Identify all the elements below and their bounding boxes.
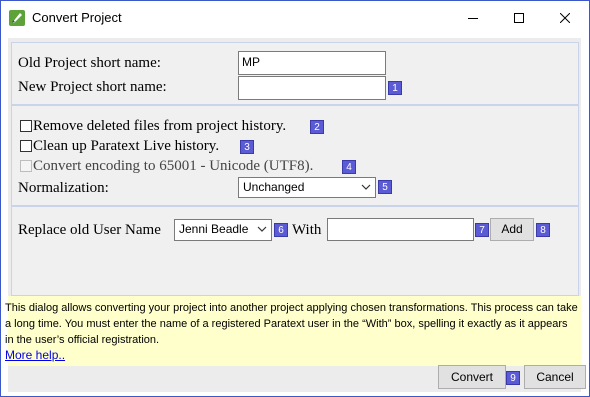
convert-button[interactable]: Convert [438,365,506,389]
paratext-logo-icon [9,10,25,26]
minimize-icon [468,17,478,19]
chevron-down-icon [257,226,267,232]
convert-encoding-checkbox [20,160,32,172]
help-panel: This dialog allows converting your proje… [5,296,581,366]
remove-deleted-checkbox[interactable] [20,120,32,132]
help-text: This dialog allows converting your proje… [5,302,578,346]
minimize-button[interactable] [450,1,496,34]
new-project-label: New Project short name: [18,79,167,95]
normalization-value: Unchanged [243,180,305,194]
marker-9: 9 [506,371,520,385]
old-project-field[interactable]: MP [238,51,386,75]
marker-4: 4 [342,160,356,174]
chevron-down-icon [361,184,371,190]
close-button[interactable] [542,1,588,34]
new-user-field[interactable] [327,218,474,241]
convert-label: Convert [450,370,494,384]
marker-6: 6 [274,223,288,237]
marker-3: 3 [240,140,254,154]
old-project-value: MP [242,55,260,69]
old-project-label: Old Project short name: [18,55,161,71]
normalization-label: Normalization: [18,180,109,196]
replace-user-label: Replace old User Name [18,222,161,238]
maximize-icon [514,12,524,23]
cleanup-live-checkbox[interactable] [20,140,32,152]
with-label: With [292,222,322,238]
more-help-link[interactable]: More help.. [5,348,65,362]
window-title: Convert Project [32,10,122,25]
old-user-value: Jenni Beadle [179,222,249,236]
marker-8: 8 [536,223,550,237]
maximize-button[interactable] [496,1,542,34]
new-project-field[interactable] [238,76,386,100]
marker-5: 5 [378,180,392,194]
marker-7: 7 [475,223,489,237]
add-user-button[interactable]: Add [490,218,534,241]
dialog-body: Old Project short name: MP New Project s… [5,38,586,392]
normalization-select[interactable]: Unchanged [238,177,376,198]
cancel-label: Cancel [536,370,574,384]
options-group: Remove deleted files from project histor… [11,105,579,206]
convert-encoding-label: Convert encoding to 65001 - Unicode (UTF… [33,158,314,174]
marker-1: 1 [388,81,402,95]
remove-deleted-label: Remove deleted files from project histor… [33,118,287,134]
old-user-select[interactable]: Jenni Beadle [174,219,272,241]
project-name-group: Old Project short name: MP New Project s… [11,42,579,105]
cleanup-live-label: Clean up Paratext Live history. [33,138,220,154]
add-user-label: Add [501,222,523,236]
close-icon [560,12,570,23]
user-replace-group: Replace old User Name Jenni Beadle 6 Wit… [11,206,579,296]
title-bar[interactable]: Convert Project [1,1,589,34]
marker-2: 2 [310,120,324,134]
convert-project-window: Convert Project Old Project short name: … [1,1,589,396]
cancel-button[interactable]: Cancel [524,365,586,389]
